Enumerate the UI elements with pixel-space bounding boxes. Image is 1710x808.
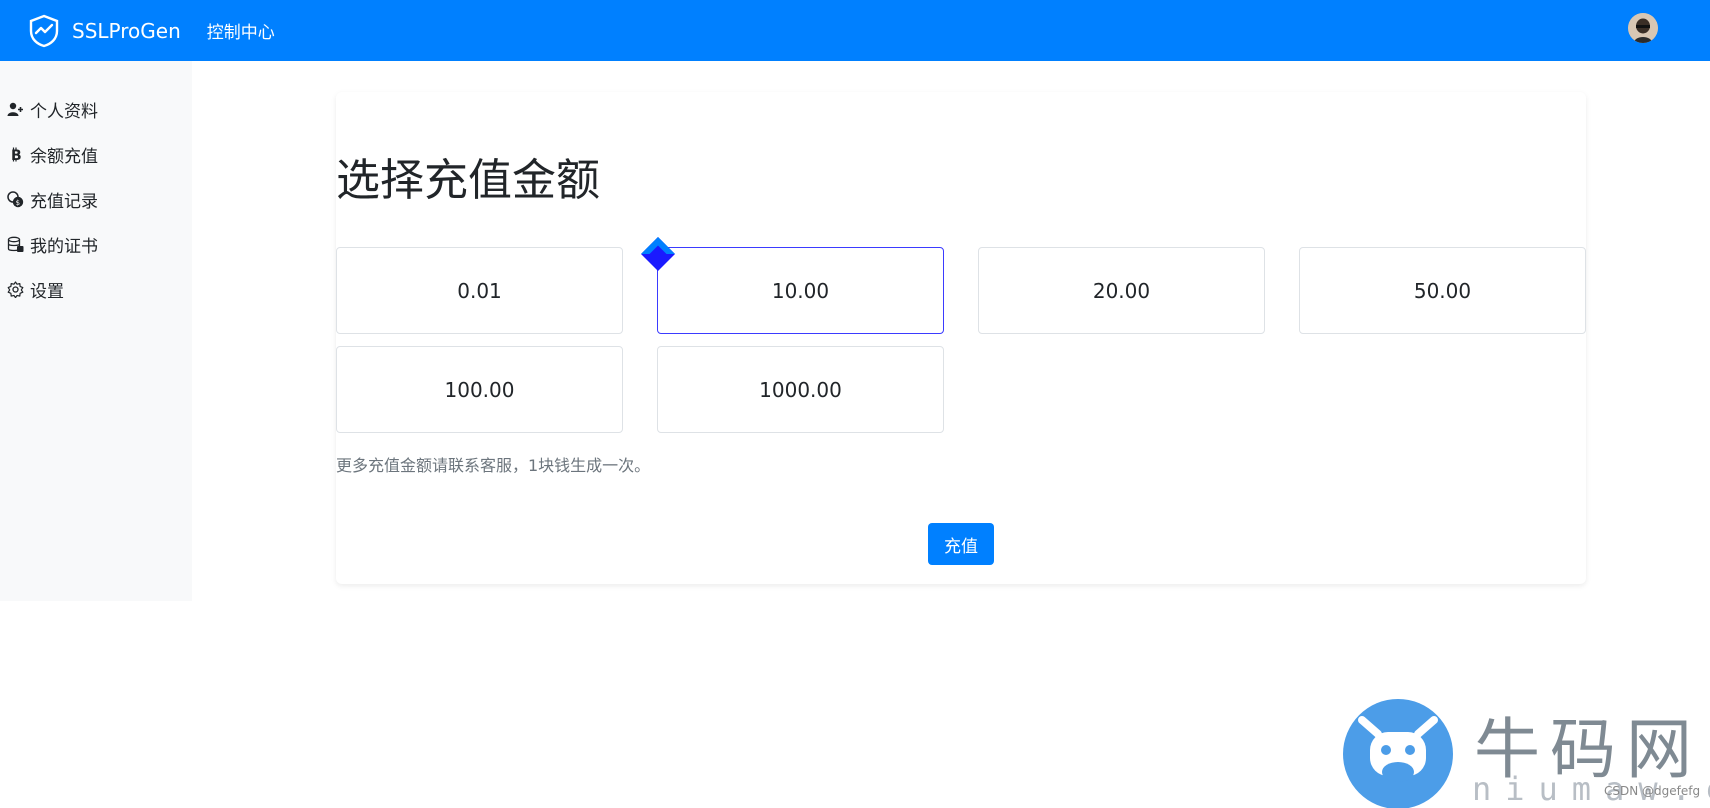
bitcoin-icon: B [11, 147, 22, 163]
gear-icon [7, 281, 24, 298]
recharge-button[interactable]: 充值 [928, 523, 994, 565]
recharge-card: 选择充值金额 0.01 10.00 20.00 50.00 100.00 100… [336, 92, 1586, 584]
amount-option[interactable]: 1000.00 [657, 346, 944, 433]
user-avatar[interactable] [1628, 13, 1658, 43]
amount-option[interactable]: 100.00 [336, 346, 623, 433]
brand-link[interactable]: SSLProGen [26, 13, 181, 49]
sidebar-item-label: 设置 [30, 282, 64, 302]
recharge-hint: 更多充值金额请联系客服，1块钱生成一次。 [336, 456, 651, 475]
sidebar-item-records[interactable]: $ 充值记录 [0, 177, 192, 222]
amount-option[interactable]: 50.00 [1299, 247, 1586, 334]
amount-option[interactable]: 0.01 [336, 247, 623, 334]
coins-icon: $ [7, 191, 24, 208]
top-navbar: SSLProGen 控制中心 [0, 0, 1710, 61]
nav-control-center[interactable]: 控制中心 [207, 18, 275, 43]
page-title: 选择充值金额 [336, 155, 600, 206]
sidebar-item-recharge[interactable]: B 余额充值 [0, 132, 192, 177]
svg-text:$: $ [16, 199, 20, 207]
sidebar-item-label: 我的证书 [30, 237, 98, 257]
selected-diamond-icon [641, 237, 675, 271]
csdn-credit: CSDN @dgefefg [1604, 784, 1701, 798]
avatar-face-icon [1628, 13, 1658, 43]
shield-pulse-icon [29, 14, 59, 47]
sidebar-item-certificates[interactable]: 我的证书 [0, 222, 192, 267]
amount-option-selected[interactable]: 10.00 [657, 247, 944, 334]
sidebar-item-label: 个人资料 [30, 102, 98, 122]
sidebar-item-label: 充值记录 [30, 192, 98, 212]
user-plus-icon [7, 102, 23, 116]
amount-option[interactable]: 20.00 [978, 247, 1265, 334]
sidebar: 个人资料 B 余额充值 $ 充值记录 我的证书 设置 [0, 61, 192, 601]
sidebar-item-profile[interactable]: 个人资料 [0, 87, 192, 132]
sidebar-item-label: 余额充值 [30, 147, 98, 167]
sidebar-item-settings[interactable]: 设置 [0, 267, 192, 312]
database-lock-icon [7, 236, 24, 252]
brand-name: SSLProGen [72, 18, 181, 43]
